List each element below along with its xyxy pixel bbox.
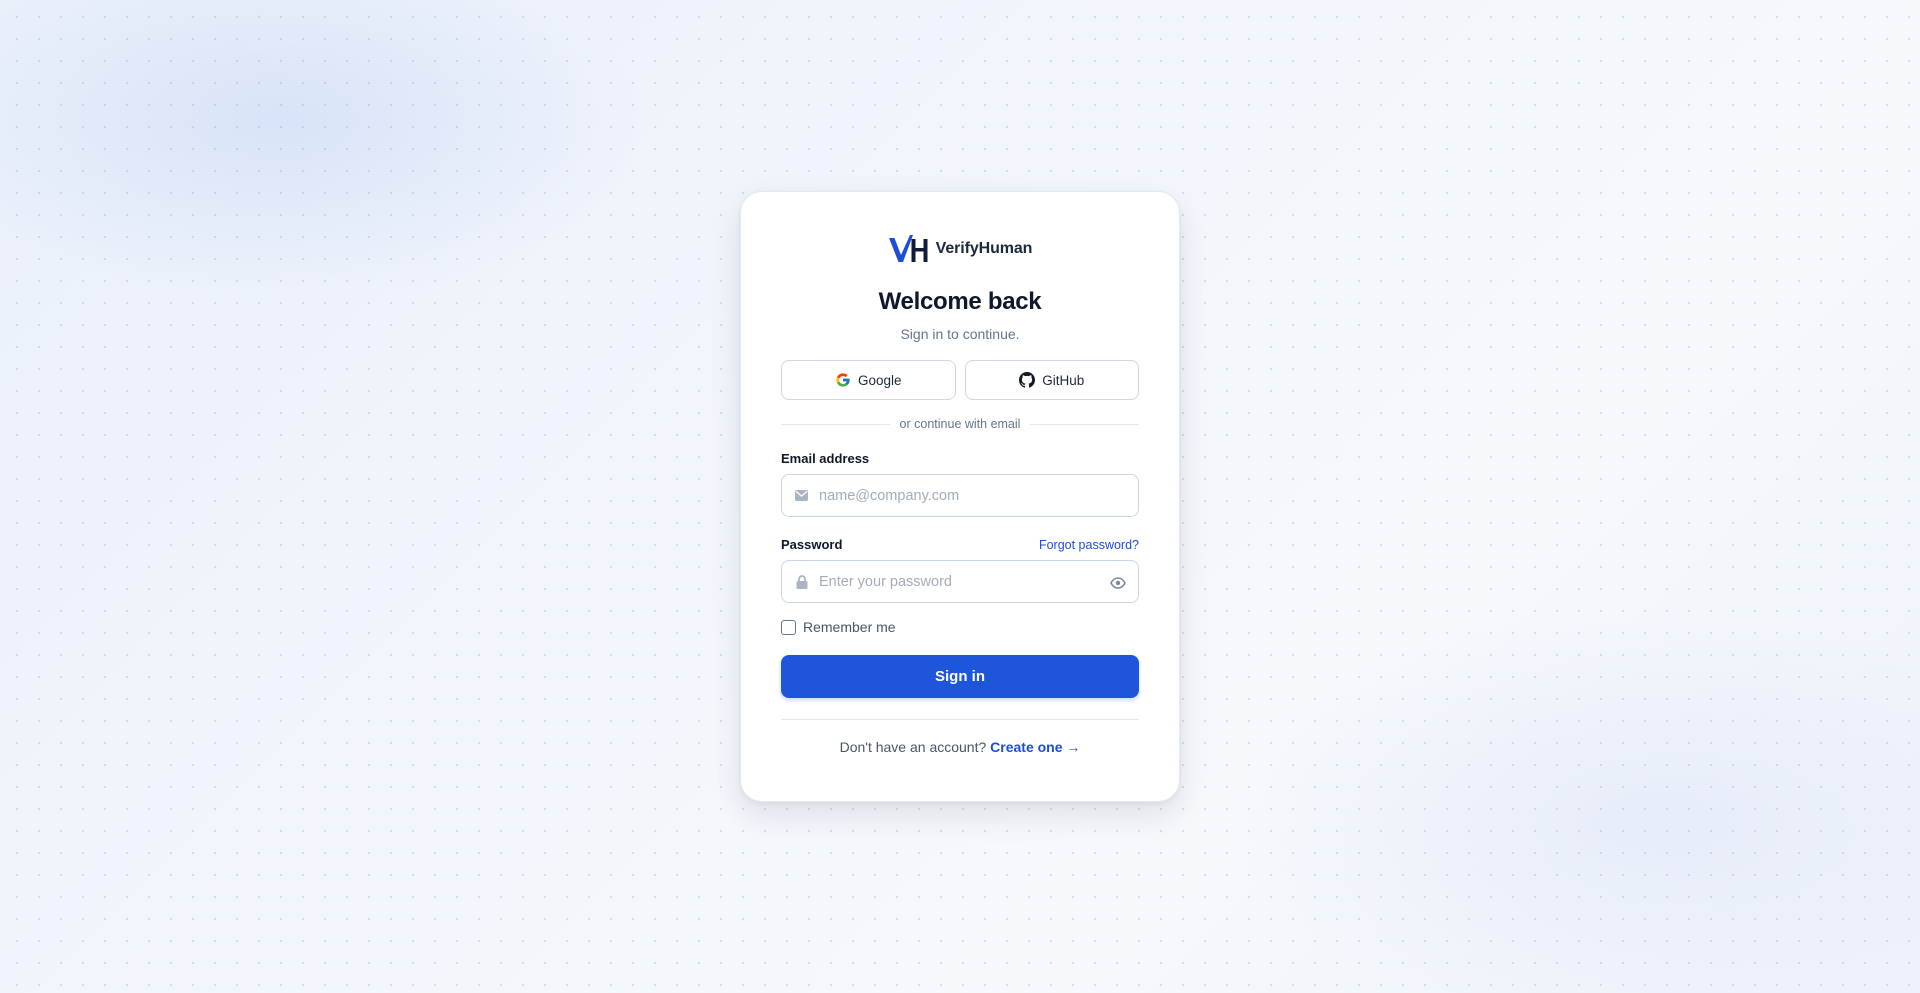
sign-in-button[interactable]: Sign in <box>781 655 1139 698</box>
email-field-group: Email address <box>781 451 1139 517</box>
password-label: Password <box>781 537 843 552</box>
brand: VerifyHuman <box>781 232 1139 266</box>
forgot-password-link[interactable]: Forgot password? <box>1039 538 1139 552</box>
divider-text: or continue with email <box>899 417 1021 431</box>
remember-me-label[interactable]: Remember me <box>803 619 896 635</box>
email-input-wrapper <box>781 474 1139 517</box>
password-input-wrapper <box>781 560 1139 603</box>
google-signin-button[interactable]: Google <box>781 360 956 400</box>
email-input[interactable] <box>782 475 1138 516</box>
eye-icon[interactable] <box>1109 574 1126 591</box>
remember-me-checkbox[interactable] <box>781 619 796 635</box>
signup-prompt-text: Don't have an account? <box>839 739 987 755</box>
github-signin-button[interactable]: GitHub <box>964 360 1139 400</box>
divider-line-left <box>781 423 890 425</box>
remember-me-row: Remember me <box>781 619 1139 635</box>
footer-divider <box>781 719 1139 720</box>
google-icon <box>836 373 850 387</box>
email-label: Email address <box>781 451 870 466</box>
vh-logo-icon <box>888 235 928 262</box>
github-button-label: GitHub <box>1042 372 1085 388</box>
page-title: Welcome back <box>878 288 1042 315</box>
create-account-link[interactable]: Create one → <box>990 739 1080 755</box>
google-button-label: Google <box>857 372 902 388</box>
divider-line-right <box>1030 423 1139 425</box>
github-icon <box>1019 372 1036 388</box>
social-login-row: Google GitHub <box>781 360 1139 400</box>
envelope-icon <box>794 488 809 503</box>
brand-name: VerifyHuman <box>935 240 1033 257</box>
password-field-group: Password Forgot password? <box>781 537 1139 603</box>
password-input[interactable] <box>782 561 1138 602</box>
page-subtitle: Sign in to continue. <box>900 326 1020 342</box>
lock-icon <box>794 574 809 589</box>
signup-prompt: Don't have an account? Create one → <box>781 739 1139 755</box>
email-divider: or continue with email <box>781 417 1139 431</box>
signin-card: VerifyHuman Welcome back Sign in to cont… <box>740 191 1180 802</box>
